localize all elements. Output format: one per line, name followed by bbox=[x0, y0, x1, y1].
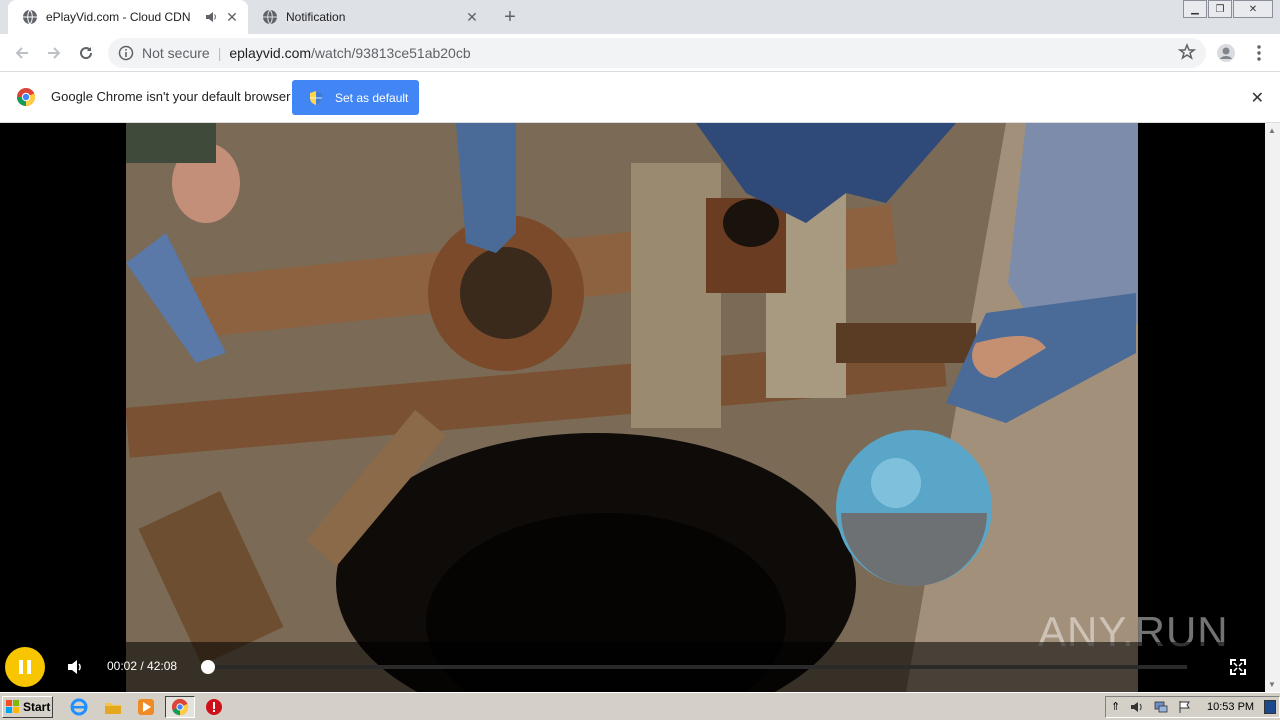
restore-button[interactable]: ❐ bbox=[1208, 0, 1232, 18]
windows-taskbar: Start ⇑ 10:53 PM bbox=[0, 692, 1280, 720]
address-bar[interactable]: Not secure | eplayvid.com/watch/93813ce5… bbox=[108, 38, 1206, 68]
show-desktop-button[interactable] bbox=[1264, 700, 1276, 714]
close-infobar-icon[interactable]: ✕ bbox=[1251, 88, 1264, 108]
player-controls: 00:02 / 42:08 bbox=[0, 642, 1265, 692]
tab-eplayvid[interactable]: ePlayVid.com - Cloud CDN ✕ bbox=[8, 0, 248, 34]
new-tab-button[interactable]: + bbox=[498, 5, 522, 29]
tab-title: Notification bbox=[286, 10, 346, 24]
set-as-default-button[interactable]: Set as default bbox=[292, 80, 419, 115]
start-button[interactable]: Start bbox=[2, 696, 53, 718]
profile-button[interactable] bbox=[1214, 41, 1238, 65]
start-label: Start bbox=[23, 700, 51, 714]
speaker-icon[interactable] bbox=[1130, 700, 1144, 714]
system-tray: ⇑ 10:53 PM bbox=[1105, 696, 1280, 718]
explorer-taskbar-icon[interactable] bbox=[103, 697, 123, 717]
media-player-taskbar-icon[interactable] bbox=[136, 697, 156, 717]
security-label: Not secure bbox=[142, 45, 210, 61]
pause-button[interactable] bbox=[5, 647, 45, 687]
action-center-flag-icon[interactable] bbox=[1178, 700, 1192, 714]
back-button[interactable] bbox=[10, 41, 34, 65]
time-display: 00:02 / 42:08 bbox=[107, 659, 178, 673]
minimize-button[interactable]: ▁ bbox=[1183, 0, 1207, 18]
seek-handle[interactable] bbox=[200, 660, 215, 674]
video-player[interactable] bbox=[0, 123, 1265, 692]
tab-notification[interactable]: Notification ✕ bbox=[248, 0, 488, 34]
chrome-taskbar-icon[interactable] bbox=[165, 696, 195, 718]
reload-icon bbox=[80, 47, 93, 60]
reload-button[interactable] bbox=[74, 41, 98, 65]
scroll-down-arrow-icon[interactable]: ▼ bbox=[1268, 680, 1276, 689]
volume-icon[interactable] bbox=[66, 658, 84, 676]
fullscreen-icon[interactable] bbox=[1230, 659, 1246, 675]
scroll-up-arrow-icon[interactable]: ▲ bbox=[1268, 126, 1276, 135]
infobar-message: Google Chrome isn't your default browser bbox=[51, 89, 291, 104]
close-tab-icon[interactable]: ✕ bbox=[464, 9, 480, 25]
bookmark-star-icon[interactable] bbox=[1178, 43, 1196, 61]
url-host: eplayvid.com bbox=[229, 45, 312, 61]
default-browser-infobar: Google Chrome isn't your default browser… bbox=[0, 72, 1280, 123]
close-window-button[interactable]: ✕ bbox=[1233, 0, 1273, 18]
chrome-logo-icon bbox=[16, 88, 36, 107]
kebab-menu-icon bbox=[1257, 45, 1261, 61]
browser-toolbar: Not secure | eplayvid.com/watch/93813ce5… bbox=[0, 34, 1280, 72]
uac-shield-icon bbox=[310, 90, 322, 105]
close-tab-icon[interactable]: ✕ bbox=[224, 9, 240, 25]
clock: 10:53 PM bbox=[1207, 701, 1255, 713]
video-frame bbox=[126, 123, 1138, 692]
avatar-icon bbox=[1217, 44, 1235, 62]
set-as-default-label: Set as default bbox=[335, 90, 409, 105]
network-icon[interactable] bbox=[1154, 700, 1168, 714]
stop-taskbar-icon[interactable] bbox=[204, 697, 224, 717]
windows-flag-icon bbox=[6, 700, 19, 713]
forward-arrow-icon bbox=[48, 47, 61, 59]
info-icon[interactable] bbox=[118, 45, 134, 61]
tab-strip: ePlayVid.com - Cloud CDN ✕ Notification … bbox=[0, 0, 1280, 34]
ie-taskbar-icon[interactable] bbox=[69, 697, 89, 717]
omnibox-divider: | bbox=[217, 45, 222, 61]
page-scrollbar[interactable]: ▲ ▼ bbox=[1265, 123, 1280, 692]
seek-bar[interactable] bbox=[200, 660, 1187, 674]
forward-button[interactable] bbox=[42, 41, 66, 65]
globe-icon bbox=[263, 9, 277, 25]
back-arrow-icon bbox=[15, 47, 28, 59]
globe-icon bbox=[23, 9, 37, 25]
menu-button[interactable] bbox=[1247, 41, 1271, 65]
tray-expand-icon[interactable]: ⇑ bbox=[1111, 700, 1125, 714]
tab-title: ePlayVid.com - Cloud CDN bbox=[46, 10, 191, 24]
url-path: /watch/93813ce51ab20cb bbox=[311, 45, 471, 61]
speaker-icon[interactable] bbox=[204, 10, 218, 24]
pause-icon bbox=[19, 660, 23, 674]
